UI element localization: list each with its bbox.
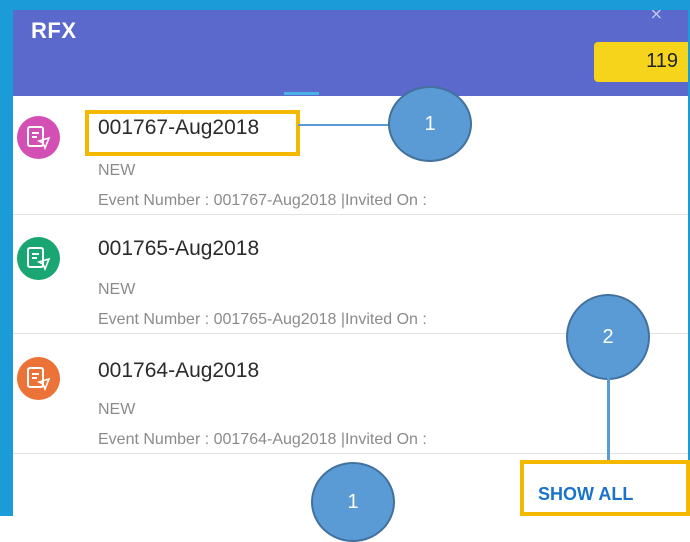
window-top-border <box>0 0 690 10</box>
document-send-icon <box>17 116 60 159</box>
show-all-label: SHOW ALL <box>538 484 634 504</box>
callout-marker: 1 <box>388 86 472 162</box>
panel-title: RFX <box>31 18 77 43</box>
panel-header: RFX × 119 <box>13 10 688 96</box>
item-status: NEW <box>98 401 136 418</box>
item-description: Event Number : 001767-Aug2018 |Invited O… <box>98 192 427 209</box>
item-title[interactable]: 001765-Aug2018 <box>98 237 259 261</box>
callout-marker: 1 <box>311 462 395 542</box>
item-status: NEW <box>98 162 136 179</box>
show-all-button[interactable]: SHOW ALL <box>520 460 690 516</box>
callout-connector <box>607 378 610 462</box>
document-send-icon <box>17 237 60 280</box>
tab-indicator <box>284 92 319 95</box>
count-value: 119 <box>646 50 678 72</box>
item-status: NEW <box>98 281 136 298</box>
document-send-icon <box>17 357 60 400</box>
rfx-panel: RFX × 119 001767-Aug2018 NEW Event Numbe… <box>13 10 688 516</box>
item-title[interactable]: 001764-Aug2018 <box>98 359 259 383</box>
count-badge: 119 <box>594 42 688 82</box>
item-description: Event Number : 001765-Aug2018 |Invited O… <box>98 311 427 328</box>
callout-connector <box>298 124 390 126</box>
callout-marker: 2 <box>566 294 650 380</box>
item-description: Event Number : 001764-Aug2018 |Invited O… <box>98 431 427 448</box>
close-icon[interactable]: × <box>650 10 663 23</box>
window-left-border <box>0 0 13 516</box>
title-highlight <box>85 110 300 156</box>
